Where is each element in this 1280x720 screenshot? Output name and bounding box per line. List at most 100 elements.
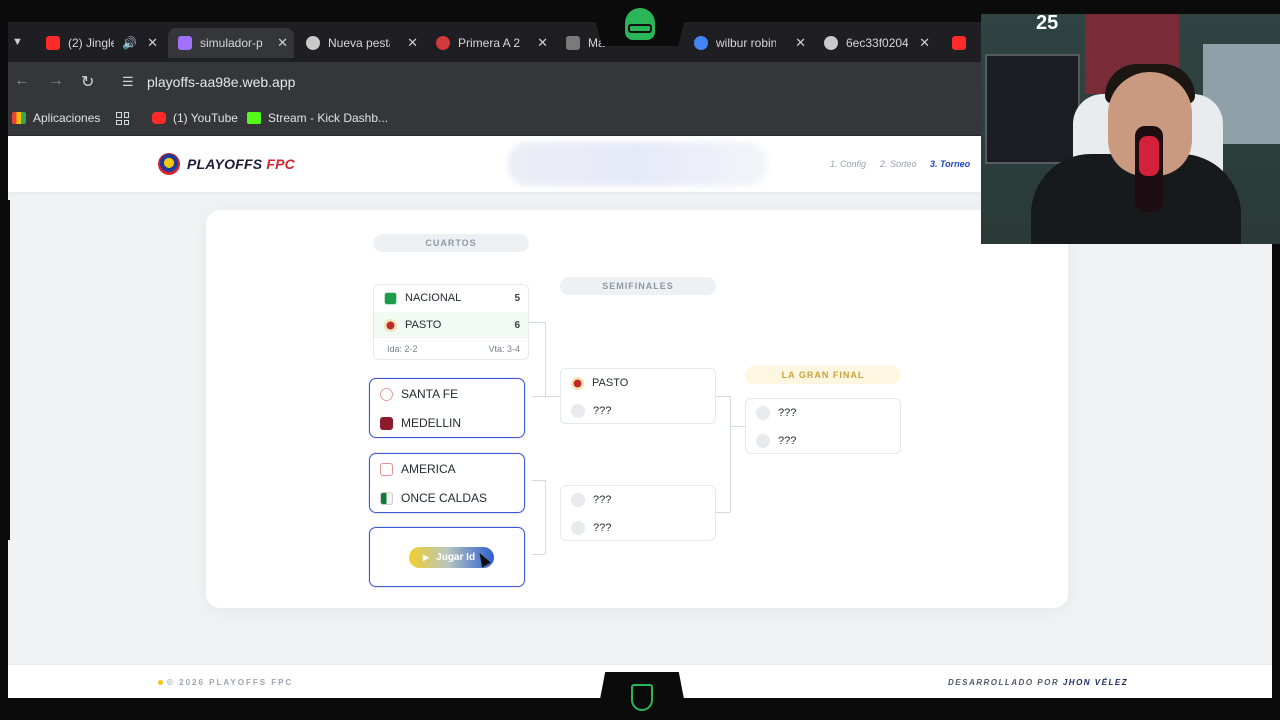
tab-nueva-pestana[interactable]: Nueva pesta ✕ bbox=[306, 28, 418, 58]
final-title: LA GRAN FINAL bbox=[745, 366, 901, 384]
team-row: ??? bbox=[746, 399, 900, 427]
pasto-crest-icon bbox=[571, 376, 584, 390]
bookmark-label: Stream - Kick Dashb... bbox=[268, 111, 389, 125]
tab-youtube-2[interactable] bbox=[952, 28, 976, 58]
match-s1[interactable]: PASTO ??? bbox=[560, 368, 716, 424]
apps-grid-icon bbox=[12, 112, 26, 124]
oncecaldas-crest-icon bbox=[380, 491, 393, 505]
webcam-feed bbox=[981, 14, 1280, 244]
step-sorteo[interactable]: 2. Sorteo bbox=[880, 159, 917, 169]
santafe-crest-icon bbox=[380, 387, 393, 401]
team-row: ??? bbox=[561, 486, 715, 514]
url-field[interactable]: playoffs-aa98e.web.app bbox=[147, 74, 295, 90]
jersey-number: 25 bbox=[1036, 12, 1059, 34]
pasto-crest-icon bbox=[384, 318, 397, 332]
connector-line bbox=[545, 480, 546, 554]
team-name: ??? bbox=[778, 435, 797, 447]
connector-line bbox=[730, 426, 745, 427]
team-name: AMERICA bbox=[401, 462, 456, 476]
copyright: © 2026 PLAYOFFS FPC bbox=[158, 678, 293, 687]
back-arrow-icon[interactable]: ← bbox=[14, 72, 30, 90]
blurred-header-region bbox=[508, 142, 768, 186]
bookmark-apps[interactable]: Aplicaciones bbox=[12, 111, 100, 125]
team-score: 6 bbox=[514, 319, 520, 331]
ida-result: Ida: 2-2 bbox=[387, 343, 418, 354]
team-name: NACIONAL bbox=[405, 292, 462, 304]
tab-label: Primera A 20 bbox=[458, 36, 520, 50]
team-name: ??? bbox=[593, 405, 612, 417]
kick-icon bbox=[247, 112, 261, 124]
overlay-left-bar bbox=[0, 200, 10, 540]
google-icon bbox=[694, 36, 708, 50]
vuelta-result: Vta: 3-4 bbox=[488, 343, 520, 354]
tab-6ec33[interactable]: 6ec33f0204 ✕ bbox=[824, 28, 930, 58]
close-icon[interactable]: ✕ bbox=[147, 35, 158, 51]
tab-jingle[interactable]: (2) Jingle 🔊 ✕ bbox=[46, 28, 158, 58]
microphone-icon bbox=[1135, 126, 1163, 212]
play-icon: ▶ bbox=[423, 553, 430, 562]
team-name: PASTO bbox=[592, 377, 629, 389]
bookmark-youtube[interactable]: (1) YouTube bbox=[152, 111, 238, 125]
overlay-right-bar bbox=[1272, 200, 1280, 540]
tab-search-chevron-icon[interactable]: ▼ bbox=[12, 36, 23, 48]
match-s2[interactable]: ??? ??? bbox=[560, 485, 716, 541]
connector-line bbox=[532, 396, 560, 397]
connector-line bbox=[545, 322, 546, 396]
tbd-placeholder-icon bbox=[571, 521, 585, 535]
close-icon[interactable]: ✕ bbox=[919, 35, 930, 51]
medellin-crest-icon bbox=[380, 416, 393, 430]
match-q3[interactable]: AMERICA ONCE CALDAS bbox=[369, 453, 525, 513]
team-row: ??? bbox=[746, 427, 900, 455]
connector-line bbox=[714, 512, 730, 513]
team-row: AMERICA bbox=[370, 455, 524, 483]
brand-name: PLAYOFFS FPC bbox=[187, 156, 295, 172]
team-name: ONCE CALDAS bbox=[401, 491, 488, 505]
team-name: MEDELLIN bbox=[401, 416, 462, 430]
tab-wilbur[interactable]: wilbur robin ✕ bbox=[694, 28, 806, 58]
tbd-placeholder-icon bbox=[756, 406, 770, 420]
close-icon[interactable]: ✕ bbox=[795, 35, 806, 51]
tab-groups-icon[interactable] bbox=[116, 112, 129, 125]
bookmark-kick[interactable]: Stream - Kick Dashb... bbox=[247, 111, 388, 125]
connector-line bbox=[714, 396, 730, 397]
developer-credit: DESARROLLADO POR JHON VÉLEZ bbox=[948, 678, 1129, 687]
close-icon[interactable]: ✕ bbox=[407, 35, 418, 51]
close-icon[interactable]: ✕ bbox=[537, 35, 548, 51]
connector-line bbox=[532, 554, 545, 555]
tab-simulador[interactable]: simulador-p ✕ bbox=[168, 28, 294, 58]
team-name: ??? bbox=[593, 494, 612, 506]
step-config[interactable]: 1. Config bbox=[830, 159, 866, 169]
forward-arrow-icon[interactable]: → bbox=[48, 72, 64, 90]
team-name: SANTA FE bbox=[401, 387, 459, 401]
step-torneo[interactable]: 3. Torneo bbox=[930, 159, 970, 169]
overlay-bottom-badge bbox=[596, 672, 688, 720]
close-icon[interactable]: ✕ bbox=[277, 35, 288, 51]
dot-icon bbox=[158, 680, 163, 685]
tab-label: 6ec33f0204 bbox=[846, 36, 908, 50]
jugar-ida-label: Jugar Id bbox=[436, 552, 476, 563]
tab-label: Nueva pesta bbox=[328, 36, 390, 50]
reload-icon[interactable]: ↻ bbox=[81, 72, 94, 92]
semifinales-title: SEMIFINALES bbox=[560, 277, 716, 295]
team-row: SANTA FE bbox=[370, 380, 524, 408]
team-name: PASTO bbox=[405, 319, 442, 331]
team-row: MEDELLIN bbox=[370, 409, 524, 437]
match-final[interactable]: ??? ??? bbox=[745, 398, 901, 454]
youtube-icon bbox=[952, 36, 966, 50]
tbd-placeholder-icon bbox=[756, 434, 770, 448]
match-q2[interactable]: SANTA FE MEDELLIN bbox=[369, 378, 525, 438]
team-score: 5 bbox=[514, 292, 520, 304]
globe-icon bbox=[824, 36, 838, 50]
brand[interactable]: PLAYOFFS FPC bbox=[158, 153, 295, 175]
site-info-icon[interactable]: ☰ bbox=[122, 74, 134, 90]
speaker-icon[interactable]: 🔊 bbox=[122, 36, 137, 50]
tab-primera-a[interactable]: Primera A 20 ✕ bbox=[436, 28, 548, 58]
match-q1[interactable]: NACIONAL 5 PASTO 6 Ida: 2-2 Vta: 3-4 bbox=[373, 284, 529, 360]
team-row: ??? bbox=[561, 397, 715, 425]
connector-line bbox=[529, 322, 545, 323]
fpc-logo-icon bbox=[158, 153, 180, 175]
match-q4[interactable]: ▶ Jugar Id bbox=[369, 527, 525, 587]
tab-label: simulador-p bbox=[200, 36, 263, 50]
connector-line bbox=[532, 480, 545, 481]
team-name: ??? bbox=[778, 407, 797, 419]
